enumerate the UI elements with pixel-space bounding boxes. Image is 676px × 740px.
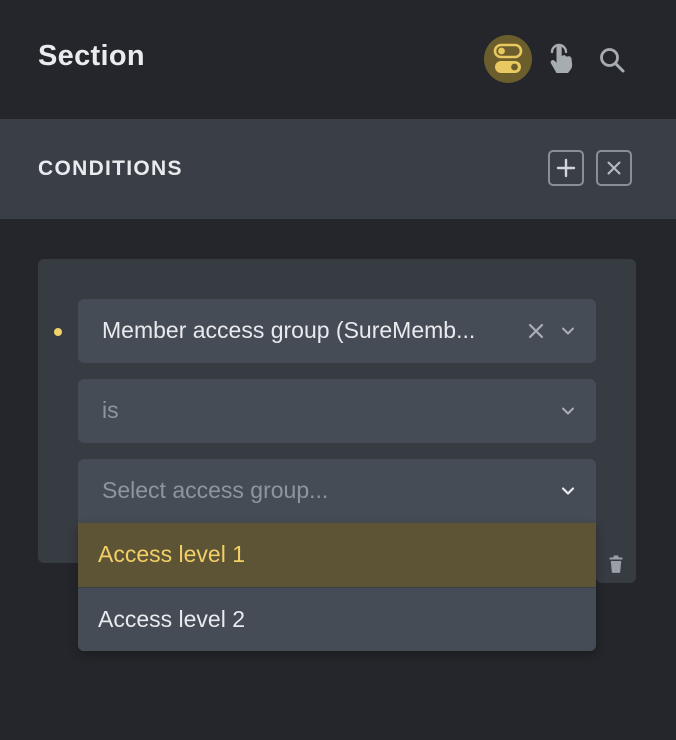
- trash-icon: [609, 555, 623, 573]
- condition-key-select[interactable]: Member access group (SureMemb...: [78, 299, 596, 363]
- panel-root: Section CONDITIONS Member access group (…: [0, 0, 676, 740]
- search-button[interactable]: [592, 40, 632, 80]
- close-icon: [607, 161, 621, 175]
- condition-key-value: Member access group (SureMemb...: [102, 317, 476, 343]
- dropdown-option[interactable]: Access level 2: [78, 588, 596, 651]
- interaction-button[interactable]: [540, 38, 580, 80]
- access-group-dropdown: Access level 1 Access level 2: [78, 523, 596, 651]
- option-label: Access level 2: [98, 606, 246, 632]
- touch-icon: [550, 43, 573, 73]
- toggle-icon: [493, 43, 523, 73]
- delete-condition-button[interactable]: [596, 545, 636, 583]
- access-group-select[interactable]: Select access group...: [78, 459, 596, 523]
- conditions-title: CONDITIONS: [38, 157, 183, 180]
- panel-header: Section: [0, 0, 676, 119]
- clear-key-button[interactable]: [526, 321, 546, 341]
- plus-icon: [556, 158, 576, 178]
- page-title: Section: [38, 40, 145, 72]
- chevron-down-icon: [558, 481, 578, 501]
- chevron-down-icon: [558, 401, 578, 421]
- condition-status-dot: [54, 328, 62, 336]
- add-condition-button[interactable]: [548, 150, 584, 186]
- option-label: Access level 1: [98, 541, 246, 567]
- clear-icon: [528, 323, 544, 339]
- condition-operator-value: is: [102, 397, 119, 423]
- toggle-icon-button[interactable]: [484, 35, 532, 83]
- search-icon: [600, 48, 625, 73]
- access-group-placeholder: Select access group...: [102, 477, 329, 503]
- chevron-down-icon: [558, 321, 578, 341]
- condition-operator-select[interactable]: is: [78, 379, 596, 443]
- dropdown-option[interactable]: Access level 1: [78, 523, 596, 587]
- conditions-header: CONDITIONS: [0, 119, 676, 219]
- close-conditions-button[interactable]: [596, 150, 632, 186]
